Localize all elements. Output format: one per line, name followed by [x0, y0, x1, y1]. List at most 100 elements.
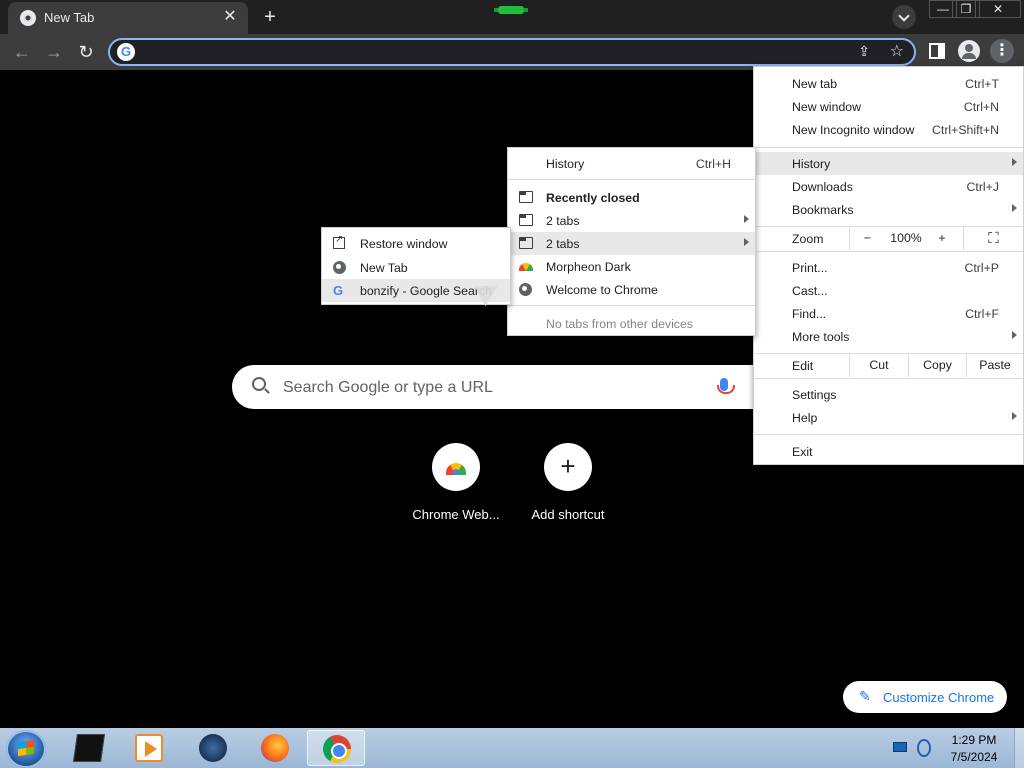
- menu-item-new-window[interactable]: New window Ctrl+N: [754, 95, 1023, 118]
- back-icon[interactable]: ←: [10, 40, 34, 64]
- chrome-favicon-icon: [20, 10, 36, 26]
- volume-icon[interactable]: [917, 739, 931, 757]
- menu-label: Zoom: [792, 232, 824, 246]
- profile-avatar-icon[interactable]: [958, 40, 980, 62]
- theme-decoration-icon: [494, 6, 528, 14]
- bookmark-star-icon[interactable]: ☆: [890, 41, 904, 61]
- menu-shortcut: Ctrl+N: [963, 100, 999, 114]
- menu-separator: [508, 305, 755, 306]
- history-item-morpheon-dark[interactable]: Morpheon Dark: [508, 255, 755, 278]
- menu-item-new-incognito[interactable]: New Incognito window Ctrl+Shift+N: [754, 118, 1023, 141]
- menu-item-settings[interactable]: Settings: [754, 383, 1023, 406]
- history-item-2-tabs[interactable]: 2 tabs: [508, 232, 755, 255]
- chrome-icon: [323, 735, 351, 763]
- restore-window-item[interactable]: Restore window: [322, 232, 510, 255]
- start-button[interactable]: [6, 730, 46, 768]
- zoom-level: 100%: [890, 231, 922, 245]
- tab-close-icon[interactable]: ✕: [220, 7, 240, 27]
- menu-item-exit[interactable]: Exit: [754, 440, 1023, 463]
- shortcut-label: Chrome Web...: [412, 507, 500, 522]
- fullscreen-icon[interactable]: ⛶: [963, 227, 1023, 250]
- shortcut-label: Add shortcut: [531, 507, 605, 522]
- ntp-search-box[interactable]: Search Google or type a URL: [232, 365, 792, 409]
- submenu-arrow-icon: [744, 215, 749, 223]
- menu-label: New Tab: [360, 261, 408, 275]
- menu-item-help[interactable]: Help: [754, 406, 1023, 429]
- menu-label: Bookmarks: [792, 203, 854, 217]
- chrome-menu-button[interactable]: ⋮: [990, 39, 1014, 63]
- menu-label: 2 tabs: [546, 237, 580, 251]
- menu-label: Edit: [792, 359, 814, 373]
- forward-icon[interactable]: →: [42, 40, 66, 64]
- menu-label: Find...: [792, 307, 827, 321]
- chrome-main-menu: New tab Ctrl+T New window Ctrl+N New Incog…: [753, 66, 1024, 465]
- menu-item-history[interactable]: History: [754, 152, 1023, 175]
- history-item-2-tabs[interactable]: 2 tabs: [508, 209, 755, 232]
- tab-group-icon: [519, 237, 533, 249]
- tab-group-icon: [519, 191, 533, 203]
- menu-item-more-tools[interactable]: More tools: [754, 325, 1023, 348]
- submenu-arrow-icon: [744, 238, 749, 246]
- show-desktop-button[interactable]: [1014, 728, 1024, 768]
- globe-icon: [519, 283, 532, 296]
- menu-label: History: [546, 157, 585, 171]
- shortcut-chrome-web-store[interactable]: Chrome Web...: [400, 443, 512, 522]
- shortcut-add[interactable]: + Add shortcut: [512, 443, 624, 522]
- customize-chrome-button[interactable]: ✎ Customize Chrome: [843, 681, 1007, 713]
- menu-item-bookmarks[interactable]: Bookmarks: [754, 198, 1023, 221]
- menu-separator: [754, 147, 1023, 148]
- menu-item-print[interactable]: Print... Ctrl+P: [754, 256, 1023, 279]
- menu-item-cast[interactable]: Cast...: [754, 279, 1023, 302]
- history-item-welcome[interactable]: Welcome to Chrome: [508, 278, 755, 301]
- web-store-icon: [519, 263, 533, 271]
- globe-icon: [333, 261, 346, 274]
- taskbar-app-globe[interactable]: [184, 730, 242, 766]
- no-tabs-message: No tabs from other devices: [508, 312, 755, 335]
- menu-label: Restore window: [360, 237, 448, 251]
- cut-button[interactable]: Cut: [849, 354, 908, 377]
- paste-button[interactable]: Paste: [966, 354, 1023, 377]
- share-icon[interactable]: ⇪: [858, 43, 870, 60]
- menu-row-edit: Edit Cut Copy Paste: [754, 354, 1023, 378]
- tab-search-button[interactable]: [892, 5, 916, 29]
- address-bar[interactable]: G ⇪ ☆: [108, 38, 916, 66]
- clock-date[interactable]: 7/5/2024: [938, 750, 1010, 764]
- menu-label: No tabs from other devices: [546, 317, 693, 331]
- menu-item-new-tab[interactable]: New tab Ctrl+T: [754, 72, 1023, 95]
- network-icon[interactable]: [893, 742, 907, 752]
- menu-shortcut: Ctrl+J: [966, 180, 999, 194]
- history-item-history[interactable]: History Ctrl+H: [508, 152, 755, 175]
- copy-button[interactable]: Copy: [908, 354, 966, 377]
- taskbar-app-chrome[interactable]: [307, 730, 365, 766]
- tab-title: New Tab: [44, 10, 95, 25]
- tab-new-tab[interactable]: New Tab ✕: [8, 2, 248, 34]
- new-tab-button[interactable]: +: [258, 6, 282, 30]
- menu-separator: [754, 378, 1023, 379]
- zoom-out-button[interactable]: −: [849, 227, 885, 250]
- zoom-in-button[interactable]: +: [927, 227, 957, 250]
- plus-icon: +: [560, 451, 576, 481]
- menu-label: Morpheon Dark: [546, 260, 631, 274]
- menu-shortcut: Ctrl+Shift+N: [932, 123, 999, 137]
- taskbar-app-firefox[interactable]: [246, 730, 304, 766]
- submenu-arrow-icon: [1012, 204, 1017, 212]
- menu-label: 2 tabs: [546, 214, 580, 228]
- menu-shortcut: Ctrl+T: [965, 77, 999, 91]
- reload-icon[interactable]: ↻: [74, 40, 98, 64]
- menu-label: Settings: [792, 388, 837, 402]
- submenu-arrow-icon: [1012, 412, 1017, 420]
- close-window-button[interactable]: ✕: [975, 0, 1021, 18]
- microphone-icon[interactable]: [717, 378, 735, 394]
- terminal-icon: [73, 734, 105, 762]
- clock-time[interactable]: 1:29 PM: [938, 733, 1010, 747]
- menu-row-zoom: Zoom − 100% + ⛶: [754, 227, 1023, 251]
- menu-item-find[interactable]: Find... Ctrl+F: [754, 302, 1023, 325]
- menu-item-downloads[interactable]: Downloads Ctrl+J: [754, 175, 1023, 198]
- title-bar: New Tab ✕ + — ❐ ✕: [0, 0, 1024, 34]
- firefox-icon: [261, 734, 289, 762]
- side-panel-icon[interactable]: [929, 43, 945, 59]
- taskbar-app-media-player[interactable]: [120, 730, 178, 766]
- search-icon: [252, 377, 266, 391]
- menu-shortcut: Ctrl+F: [965, 307, 999, 321]
- taskbar-app-terminal[interactable]: [60, 730, 118, 766]
